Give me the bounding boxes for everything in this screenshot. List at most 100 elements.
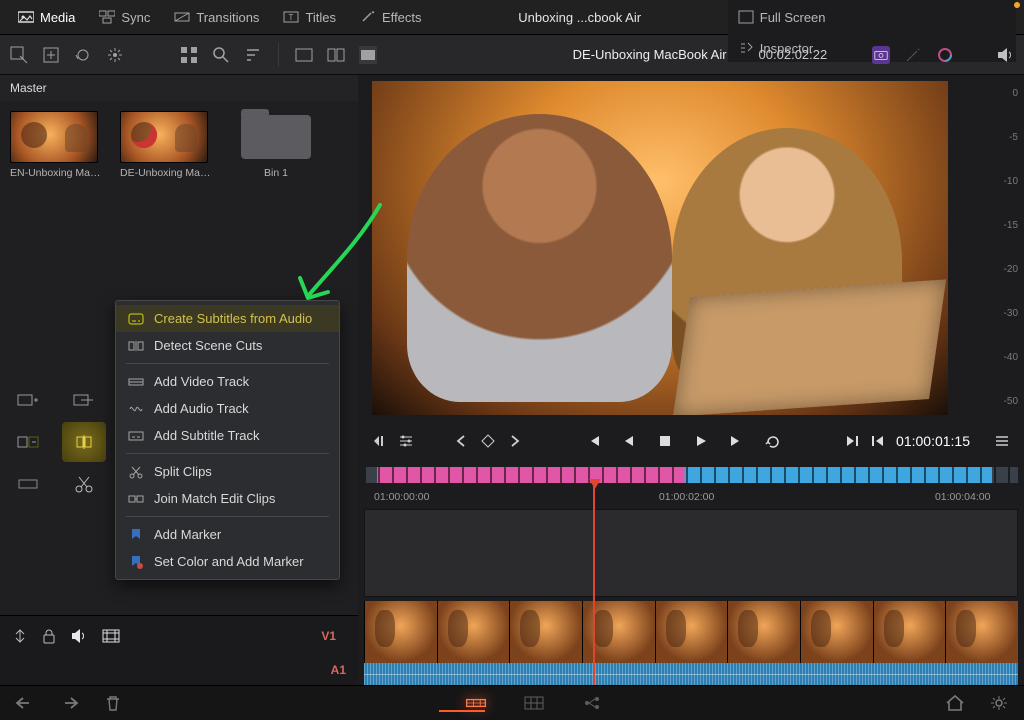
program-viewer[interactable] — [372, 81, 948, 415]
ruler-tick: 01:00:04:00 — [935, 491, 990, 503]
playhead-timecode[interactable]: 01:00:01:15 — [896, 433, 970, 449]
unsaved-indicator — [1014, 2, 1020, 8]
transitions-icon — [174, 10, 190, 24]
audio-track[interactable] — [364, 663, 1018, 685]
viewer-clip-name: DE-Unboxing MacBook Air — [573, 47, 727, 62]
menu-label: Add Video Track — [154, 374, 249, 389]
menu-add-subtitle-track[interactable]: Add Subtitle Track — [116, 422, 339, 449]
bin-item[interactable]: Bin 1 — [230, 111, 322, 179]
clip-item[interactable]: EN-Unboxing Mac... — [10, 111, 102, 179]
speaker-icon[interactable] — [996, 46, 1014, 64]
transport-controls: 01:00:01:15 — [358, 421, 1024, 461]
auto-tool-icon[interactable] — [106, 46, 124, 64]
step-back-icon[interactable] — [621, 433, 637, 449]
color-marker-icon — [128, 555, 144, 569]
menu-label: Split Clips — [154, 464, 212, 479]
scene-cut-ribbon[interactable] — [364, 467, 1018, 483]
tab-effects-label: Effects — [382, 10, 422, 25]
ripple-tool-icon[interactable] — [0, 464, 56, 504]
project-title: Unboxing ...cbook Air — [436, 10, 724, 25]
tab-titles[interactable]: T Titles — [273, 4, 346, 31]
tab-effects[interactable]: Effects — [350, 4, 432, 31]
magic-tool-icon[interactable] — [904, 46, 922, 64]
menu-label: Set Color and Add Marker — [154, 554, 304, 569]
video-track-label[interactable]: V1 — [321, 629, 346, 643]
menu-label: Join Match Edit Clips — [154, 491, 275, 506]
home-icon[interactable] — [944, 694, 966, 712]
settings-sliders-icon[interactable] — [398, 433, 414, 449]
audio-track-icon — [128, 402, 144, 416]
loop-icon[interactable] — [765, 433, 781, 449]
viewer-head-timecode: 00:02:02:22 — [759, 47, 828, 62]
tab-transitions[interactable]: Transitions — [164, 4, 269, 31]
subtitle-icon — [128, 312, 144, 326]
menu-join-match-clips[interactable]: Join Match Edit Clips — [116, 485, 339, 512]
fusion-page-icon[interactable] — [581, 694, 603, 712]
undo-icon[interactable] — [14, 694, 36, 712]
viewer-cinema-icon[interactable] — [359, 46, 377, 64]
timeline-upper-track[interactable] — [364, 509, 1018, 597]
sort-icon[interactable] — [244, 46, 262, 64]
search-icon[interactable] — [212, 46, 230, 64]
tab-titles-label: Titles — [305, 10, 336, 25]
clip-thumbnail — [10, 111, 98, 163]
menu-detect-scene-cuts[interactable]: Detect Scene Cuts — [116, 332, 339, 359]
stop-icon[interactable] — [657, 433, 673, 449]
lock-icon[interactable] — [42, 628, 56, 644]
menu-add-marker[interactable]: Add Marker — [116, 521, 339, 548]
video-track[interactable] — [364, 601, 1018, 663]
menu-add-video-track[interactable]: Add Video Track — [116, 368, 339, 395]
speaker-track-icon[interactable] — [70, 628, 88, 644]
insert-tool-icon[interactable] — [0, 380, 56, 420]
import-media-icon[interactable] — [42, 46, 60, 64]
overwrite-tool-icon[interactable] — [56, 380, 112, 420]
marker-diamond-icon[interactable] — [480, 433, 496, 449]
jog-icon[interactable] — [372, 433, 388, 449]
color-wheel-icon[interactable] — [936, 46, 954, 64]
blade-tool-icon[interactable] — [56, 464, 112, 504]
menu-create-subtitles[interactable]: Create Subtitles from Audio — [116, 305, 339, 332]
clip-item[interactable]: DE-Unboxing Mac... — [120, 111, 212, 179]
menu-set-color-marker[interactable]: Set Color and Add Marker — [116, 548, 339, 575]
scene-cut-icon — [128, 339, 144, 353]
subtitle-track-icon — [128, 429, 144, 443]
timeline-menu-icon[interactable] — [994, 433, 1010, 449]
tab-sync-label: Sync — [121, 10, 150, 25]
go-end-icon[interactable] — [729, 433, 745, 449]
smart-insert-tool-icon[interactable] — [62, 422, 106, 462]
tab-media[interactable]: Media — [8, 4, 85, 31]
play-icon[interactable] — [693, 433, 709, 449]
menu-label: Add Subtitle Track — [154, 428, 260, 443]
selection-tool-icon[interactable] — [10, 46, 28, 64]
scissors-icon — [128, 465, 144, 479]
fullscreen-icon — [738, 10, 754, 24]
filmstrip-icon[interactable] — [102, 629, 120, 643]
tab-fullscreen[interactable]: Full Screen — [728, 4, 1016, 31]
menu-add-audio-track[interactable]: Add Audio Track — [116, 395, 339, 422]
audio-track-label[interactable]: A1 — [331, 663, 346, 677]
snapshot-icon[interactable] — [872, 46, 890, 64]
redo-icon[interactable] — [58, 694, 80, 712]
append-tool-icon[interactable] — [0, 422, 56, 462]
project-settings-icon[interactable] — [988, 694, 1010, 712]
tab-sync[interactable]: Sync — [89, 4, 160, 31]
tab-fullscreen-label: Full Screen — [760, 10, 826, 25]
go-start-icon[interactable] — [585, 433, 601, 449]
prev-clip-icon[interactable] — [870, 433, 886, 449]
prev-edit-icon[interactable] — [454, 433, 470, 449]
menu-split-clips[interactable]: Split Clips — [116, 458, 339, 485]
media-breadcrumb[interactable]: Master — [0, 75, 358, 101]
expand-icon[interactable] — [12, 628, 28, 644]
trash-icon[interactable] — [102, 694, 124, 712]
viewer-single-icon[interactable] — [295, 46, 313, 64]
link-tool-icon[interactable] — [74, 46, 92, 64]
viewer-dual-icon[interactable] — [327, 46, 345, 64]
next-edit-icon[interactable] — [506, 433, 522, 449]
audio-meter-scale: 0-5-10-15-20-30-40-50 — [988, 75, 1024, 421]
timeline-ruler[interactable]: 01:00:00:00 01:00:02:00 01:00:04:00 — [370, 487, 1012, 509]
thumbnail-view-icon[interactable] — [180, 46, 198, 64]
edit-page-icon[interactable] — [523, 694, 545, 712]
bin-label: Bin 1 — [230, 167, 322, 179]
next-clip-icon[interactable] — [844, 433, 860, 449]
folder-icon — [241, 115, 311, 159]
